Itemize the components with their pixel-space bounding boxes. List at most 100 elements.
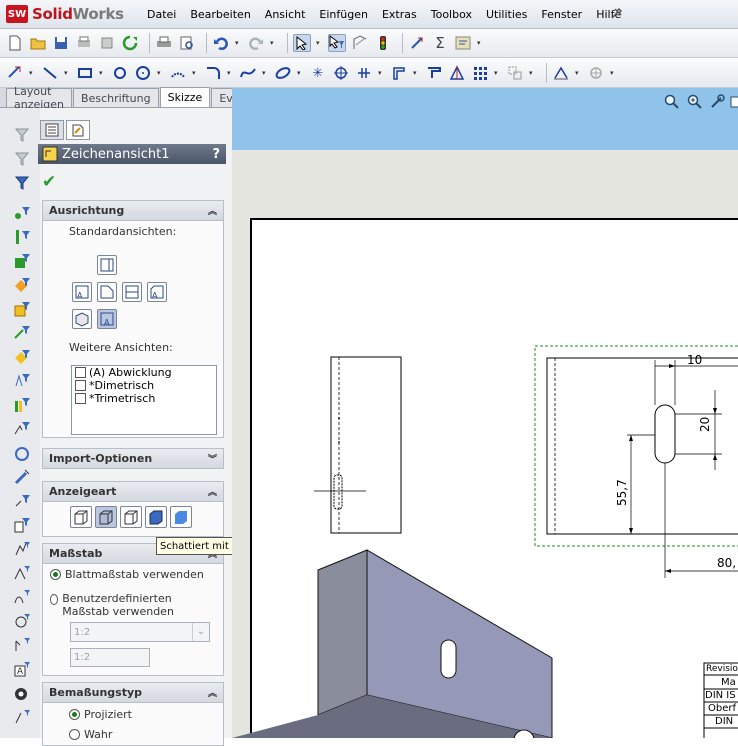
filter-vertices-icon[interactable] <box>13 174 31 192</box>
spline-dropdown-icon[interactable]: ▾ <box>262 69 268 77</box>
filter-edges-icon[interactable] <box>13 150 31 168</box>
fillet-icon[interactable] <box>204 64 222 82</box>
view-current-button[interactable]: A <box>97 309 117 329</box>
front-view[interactable] <box>534 345 738 578</box>
list-item[interactable]: *Dimetrisch <box>72 379 216 392</box>
relations-dropdown-icon[interactable]: ▾ <box>575 69 581 77</box>
undo-dropdown-icon[interactable]: ▾ <box>235 39 241 47</box>
filter-gtol-icon[interactable] <box>13 372 31 390</box>
checkbox[interactable] <box>75 367 86 378</box>
filter-surface-finish-icon[interactable] <box>13 420 31 438</box>
tab-skizze[interactable]: Skizze <box>159 87 211 107</box>
macro-dropdown-icon[interactable]: ▾ <box>477 39 483 47</box>
wireframe-button[interactable] <box>70 506 92 528</box>
rectangle-icon[interactable] <box>76 64 94 82</box>
convert-entities-icon[interactable] <box>425 64 443 82</box>
dim-dropdown-icon[interactable]: ▾ <box>29 69 35 77</box>
zoom-to-fit-icon[interactable] <box>664 94 680 110</box>
shaded-with-edges-button[interactable] <box>145 506 167 528</box>
redo-icon[interactable] <box>247 34 265 52</box>
select-filter-icon[interactable] <box>328 34 346 52</box>
filter-routing-points-icon[interactable]: A <box>13 660 31 678</box>
pattern-icon[interactable] <box>471 64 489 82</box>
view-right-button[interactable] <box>122 282 142 302</box>
filter-faces-icon[interactable] <box>13 126 31 144</box>
filter-planes-icon[interactable] <box>13 252 31 270</box>
sketch-icon[interactable] <box>351 34 369 52</box>
circle-dropdown-icon[interactable]: ▾ <box>157 69 163 77</box>
scale-combo[interactable]: 1:2 ⌄ <box>70 622 210 642</box>
traffic-light-icon[interactable] <box>374 34 392 52</box>
menu-toolbox[interactable]: Toolbox <box>424 8 479 21</box>
new-document-icon[interactable] <box>6 34 24 52</box>
zoom-area-icon[interactable] <box>687 94 703 110</box>
orientation-header[interactable]: Ausrichtung ︽ <box>43 201 223 221</box>
collapse-chevron-icon[interactable]: ︽ <box>208 686 217 699</box>
menu-fenster[interactable]: Fenster <box>534 8 589 21</box>
isometric-view[interactable] <box>232 549 553 738</box>
relations-icon[interactable] <box>552 64 570 82</box>
radio-button[interactable] <box>50 594 59 605</box>
dimension-type-header[interactable]: Bemaßungstyp ︽ <box>43 683 223 703</box>
pan-icon[interactable] <box>709 94 725 110</box>
filter-blocks-icon[interactable] <box>13 516 31 534</box>
mirror-icon[interactable] <box>448 64 466 82</box>
filter-tables-icon[interactable] <box>13 588 31 606</box>
radio-projected[interactable]: Projiziert <box>69 708 132 721</box>
hidden-lines-removed-button[interactable] <box>120 506 142 528</box>
dim-text-55-7[interactable]: 55,7 <box>615 479 629 506</box>
trim-icon[interactable] <box>355 64 373 82</box>
collapse-chevron-icon[interactable]: ︽ <box>208 204 217 217</box>
collapse-chevron-icon[interactable]: ︽ <box>208 485 217 498</box>
filter-weldbead-icon[interactable] <box>13 564 31 582</box>
arc-dropdown-icon[interactable]: ▾ <box>192 69 198 77</box>
save-icon[interactable] <box>52 34 70 52</box>
rebuild-icon[interactable] <box>121 34 139 52</box>
checkbox[interactable] <box>75 393 86 404</box>
print-preview-icon[interactable] <box>178 34 196 52</box>
circle-icon[interactable] <box>134 64 152 82</box>
side-view[interactable] <box>314 356 402 534</box>
smart-dim-sketch-icon[interactable] <box>6 64 24 82</box>
view-top-button[interactable] <box>97 255 117 275</box>
filter-surfaces-icon[interactable] <box>13 276 31 294</box>
options-icon[interactable] <box>98 34 116 52</box>
rectangle-dropdown-icon[interactable]: ▾ <box>99 69 105 77</box>
filter-centermarks-icon[interactable] <box>13 540 31 558</box>
smart-dimension-icon[interactable] <box>408 34 426 52</box>
arc-icon[interactable] <box>169 64 187 82</box>
move-entities-icon[interactable] <box>506 64 524 82</box>
filter-solid-bodies-icon[interactable] <box>13 300 31 318</box>
display-style-header[interactable]: Anzeigeart ︽ <box>43 482 223 502</box>
filter-connection-points-icon[interactable] <box>13 636 31 654</box>
menu-bearbeiten[interactable]: Bearbeiten <box>183 8 257 21</box>
help-icon[interactable]: ? <box>212 147 220 162</box>
centerline-target-icon[interactable] <box>332 64 350 82</box>
ok-checkmark-icon[interactable]: ✔ <box>42 172 56 192</box>
filter-axes-icon[interactable] <box>13 228 31 246</box>
macro-icon[interactable] <box>454 34 472 52</box>
dim-text-80[interactable]: 80, <box>717 556 736 570</box>
menu-utilities[interactable]: Utilities <box>479 8 534 21</box>
dim-text-20[interactable]: 20 <box>698 417 712 432</box>
redo-dropdown-icon[interactable]: ▾ <box>270 39 276 47</box>
menu-einfuegen[interactable]: Einfügen <box>312 8 375 21</box>
dim-text-10[interactable]: 10 <box>687 353 702 367</box>
scale-field[interactable]: 1:2 <box>70 648 150 667</box>
property-manager-tab-icon[interactable] <box>66 120 90 140</box>
print-setup-icon[interactable] <box>75 34 93 52</box>
spline-icon[interactable] <box>239 64 257 82</box>
select-arrow-icon[interactable] <box>293 34 311 52</box>
list-item[interactable]: (A) Abwicklung <box>72 366 216 379</box>
combo-dropdown-icon[interactable]: ⌄ <box>192 623 209 641</box>
filter-notes-icon[interactable] <box>13 348 31 366</box>
fillet-dropdown-icon[interactable]: ▾ <box>227 69 233 77</box>
quick-snaps-dropdown-icon[interactable]: ▾ <box>610 69 616 77</box>
import-options-header[interactable]: Import-Optionen ︾ <box>43 449 223 468</box>
filter-dimensions-icon[interactable] <box>13 324 31 342</box>
ellipse-icon[interactable] <box>274 64 292 82</box>
line-dropdown-icon[interactable]: ▾ <box>64 69 70 77</box>
tab-layout-anzeigen[interactable]: Layout anzeigen <box>6 85 73 111</box>
menu-datei[interactable]: Datei <box>140 8 183 21</box>
sum-icon[interactable]: Σ <box>431 34 449 52</box>
